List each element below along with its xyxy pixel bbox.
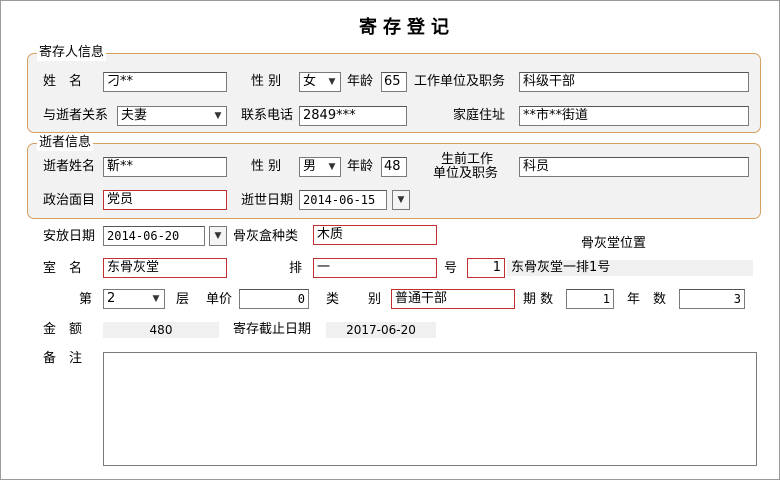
row-label: 排 — [289, 261, 303, 276]
amount-readout: 480 — [103, 322, 219, 338]
years-label: 年 数 — [627, 292, 667, 307]
deceased-work-label-line2: 单位及职务 — [433, 166, 499, 181]
chevron-down-icon[interactable]: ▼ — [210, 107, 226, 125]
depositor-work-input[interactable]: 科级干部 — [519, 72, 749, 92]
deceased-gender-label: 性 别 — [251, 159, 282, 174]
position-readout: 东骨灰堂一排1号 — [507, 260, 753, 276]
chevron-down-icon[interactable]: ▼ — [324, 158, 340, 176]
urn-type-label: 骨灰盒种类 — [233, 229, 299, 244]
remark-label: 备 注 — [43, 351, 83, 366]
deceased-name-input[interactable]: 靳** — [103, 157, 227, 177]
years-input[interactable]: 3 — [679, 289, 745, 309]
placement-date-label: 安放日期 — [43, 229, 96, 244]
address-input[interactable]: **市**街道 — [519, 106, 749, 126]
deceased-gender-value: 男 — [303, 159, 317, 174]
number-input[interactable]: 1 — [467, 258, 505, 278]
category-input[interactable]: 普通干部 — [391, 289, 515, 309]
death-date-input[interactable]: 2014-06-15 — [299, 190, 387, 210]
placement-date-input[interactable]: 2014-06-20 — [103, 226, 205, 246]
row-input[interactable]: 一 — [313, 258, 437, 278]
placement-date-picker-button[interactable]: ▼ — [209, 226, 227, 246]
depositor-gender-label: 性 别 — [251, 74, 282, 89]
room-label: 室 名 — [43, 261, 83, 276]
death-date-picker-button[interactable]: ▼ — [392, 190, 410, 210]
depositor-age-label: 年龄 — [347, 74, 374, 89]
address-label: 家庭住址 — [453, 108, 506, 123]
phone-input[interactable]: 2849*** — [299, 106, 407, 126]
depositor-age-input[interactable]: 65 — [381, 72, 407, 92]
chevron-down-icon: ▼ — [214, 231, 222, 241]
chevron-down-icon[interactable]: ▼ — [148, 290, 164, 308]
floor-prefix-label: 第 — [79, 292, 93, 307]
deceased-age-input[interactable]: 48 — [381, 157, 407, 177]
amount-label: 金 额 — [43, 322, 83, 337]
number-label: 号 — [444, 261, 458, 276]
deceased-age-label: 年龄 — [347, 159, 374, 174]
category-label-suffix: 别 — [368, 292, 382, 307]
chevron-down-icon: ▼ — [397, 195, 405, 205]
period-label: 期 数 — [523, 292, 554, 307]
urn-type-input[interactable]: 木质 — [313, 225, 437, 245]
floor-suffix-label: 层 — [176, 292, 190, 307]
floor-value: 2 — [107, 291, 116, 306]
deceased-legend: 逝者信息 — [37, 135, 94, 151]
deceased-name-label: 逝者姓名 — [43, 159, 96, 174]
deadline-label: 寄存截止日期 — [233, 322, 312, 337]
deceased-gender-select[interactable]: 男 ▼ — [299, 157, 341, 177]
deceased-work-input[interactable]: 科员 — [519, 157, 749, 177]
depositor-work-label: 工作单位及职务 — [414, 74, 506, 89]
depositor-name-label: 姓 名 — [43, 74, 83, 89]
deadline-readout: 2017-06-20 — [326, 322, 436, 338]
deposit-registration-window: 寄存登记 寄存人信息 姓 名 刁** 性 别 女 ▼ 年龄 65 工作单位及职务… — [0, 0, 780, 480]
politics-input[interactable]: 党员 — [103, 190, 227, 210]
depositor-legend: 寄存人信息 — [37, 45, 107, 61]
category-label-prefix: 类 — [326, 292, 340, 307]
depositor-gender-select[interactable]: 女 ▼ — [299, 72, 341, 92]
phone-label: 联系电话 — [241, 108, 294, 123]
relation-select[interactable]: 夫妻 ▼ — [117, 106, 227, 126]
relation-label: 与逝者关系 — [43, 108, 109, 123]
politics-label: 政治面目 — [43, 193, 96, 208]
chevron-down-icon[interactable]: ▼ — [324, 73, 340, 91]
floor-select[interactable]: 2 ▼ — [103, 289, 165, 309]
remark-textarea[interactable] — [103, 352, 757, 466]
price-input[interactable]: 0 — [239, 289, 309, 309]
page-title: 寄存登记 — [359, 17, 455, 38]
depositor-gender-value: 女 — [303, 74, 317, 89]
relation-value: 夫妻 — [121, 108, 148, 123]
depositor-name-input[interactable]: 刁** — [103, 72, 227, 92]
death-date-label: 逝世日期 — [241, 193, 294, 208]
price-label: 单价 — [206, 292, 233, 307]
room-input[interactable]: 东骨灰堂 — [103, 258, 227, 278]
columbarium-position-heading: 骨灰堂位置 — [581, 236, 647, 251]
period-input[interactable]: 1 — [566, 289, 614, 309]
